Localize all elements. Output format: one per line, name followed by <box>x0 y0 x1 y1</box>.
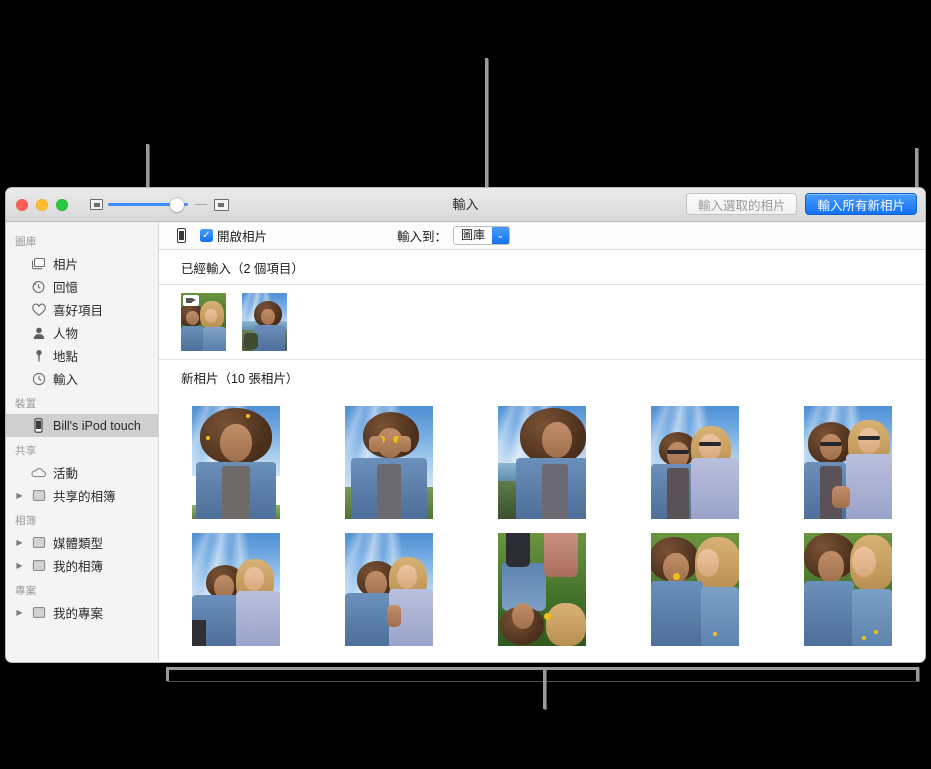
zoom-button[interactable] <box>56 199 68 211</box>
import-selected-button[interactable]: 輸入選取的相片 <box>686 193 798 215</box>
import-to-value: 圖庫 <box>454 227 492 244</box>
thumbnail-two-girls-sunglasses-peace[interactable] <box>804 406 892 519</box>
import-main-panel: ✓ 開啟相片 輸入到： 圖庫 ⌄ 已經輸入（2 個項目） <box>159 222 925 662</box>
sidebar-item-label: 共享的相簿 <box>53 486 116 505</box>
thumbnail-two-girls-sunglasses-hug[interactable] <box>651 406 739 519</box>
photos-icon <box>30 256 47 271</box>
sidebar-item-label: 喜好項目 <box>53 300 103 319</box>
large-thumbnail-icon <box>214 199 229 211</box>
sidebar-item-my-projects[interactable]: ▶ 我的專案 <box>6 601 158 624</box>
thumbnail-girl-at-coast[interactable] <box>242 293 287 351</box>
iphone-icon <box>177 228 186 243</box>
sidebar-section-projects-title: 專案 <box>6 577 158 601</box>
sidebar-item-photos[interactable]: 相片 <box>6 252 158 275</box>
sidebar-section-albums-title: 相簿 <box>6 507 158 531</box>
ipod-icon <box>30 418 47 433</box>
album-icon <box>30 558 47 573</box>
thumbnail-two-girls-upside-down-grass[interactable] <box>498 533 586 646</box>
thumbnail-size-slider[interactable] <box>108 198 188 212</box>
thumbnail-girl-flowers-over-eyes[interactable] <box>345 406 433 519</box>
thumbnail-girl-looking-up[interactable] <box>192 406 280 519</box>
sidebar-item-favorites[interactable]: 喜好項目 <box>6 298 158 321</box>
screenshot-root: 輸入 輸入選取的相片 輸入所有新相片 圖庫 相片 <box>0 0 931 769</box>
open-photos-checkbox[interactable]: ✓ <box>200 229 213 242</box>
minimize-button[interactable] <box>36 199 48 211</box>
import-to-control: 輸入到： 圖庫 ⌄ <box>397 226 510 245</box>
chevron-right-icon[interactable]: ▶ <box>15 608 24 617</box>
window-body: 圖庫 相片 回憶 喜好項目 <box>6 222 925 662</box>
pin-icon <box>30 348 47 363</box>
thumbnail-girl-smiling-by-sea[interactable] <box>498 406 586 519</box>
chevron-right-icon[interactable]: ▶ <box>15 561 24 570</box>
album-icon <box>30 488 47 503</box>
sidebar-item-people[interactable]: 人物 <box>6 321 158 344</box>
sidebar-item-label: 地點 <box>53 346 78 365</box>
new-photos-grid <box>159 394 925 646</box>
sidebar-item-places[interactable]: 地點 <box>6 344 158 367</box>
import-options-bar: ✓ 開啟相片 輸入到： 圖庫 ⌄ <box>159 222 925 250</box>
sidebar-item-memories[interactable]: 回憶 <box>6 275 158 298</box>
import-to-label: 輸入到： <box>397 226 447 245</box>
callout-new-photos-stem <box>543 669 546 709</box>
close-button[interactable] <box>16 199 28 211</box>
sidebar: 圖庫 相片 回憶 喜好項目 <box>6 222 159 662</box>
open-photos-label: 開啟相片 <box>217 226 267 245</box>
memories-icon <box>30 279 47 294</box>
slider-tail <box>195 204 207 205</box>
clock-icon <box>30 371 47 386</box>
sidebar-section-devices-title: 裝置 <box>6 390 158 414</box>
thumbnail-two-girls-lying-on-grass[interactable] <box>181 293 226 351</box>
window-titlebar: 輸入 輸入選取的相片 輸入所有新相片 <box>6 188 925 222</box>
sidebar-item-label: 輸入 <box>53 369 78 388</box>
video-badge-icon <box>183 295 199 306</box>
sidebar-item-label: 媒體類型 <box>53 533 103 552</box>
person-icon <box>30 325 47 340</box>
thumbnail-two-girls-grass-flower[interactable] <box>651 533 739 646</box>
small-thumbnail-icon <box>90 199 103 210</box>
cloud-icon <box>30 465 47 480</box>
slider-knob[interactable] <box>170 198 184 212</box>
toolbar-actions: 輸入選取的相片 輸入所有新相片 <box>686 193 917 215</box>
sidebar-item-bills-ipod-touch[interactable]: Bill's iPod touch <box>6 414 158 437</box>
thumbnail-two-girls-standing-sky[interactable] <box>192 533 280 646</box>
sidebar-item-shared-albums[interactable]: ▶ 共享的相簿 <box>6 484 158 507</box>
sidebar-section-shared-title: 共享 <box>6 437 158 461</box>
sidebar-item-my-albums[interactable]: ▶ 我的相簿 <box>6 554 158 577</box>
import-all-new-button[interactable]: 輸入所有新相片 <box>805 193 917 215</box>
sidebar-item-media-types[interactable]: ▶ 媒體類型 <box>6 531 158 554</box>
already-imported-header: 已經輸入（2 個項目） <box>159 250 925 285</box>
new-photos-header: 新相片（10 張相片） <box>159 360 925 394</box>
sidebar-item-activity[interactable]: 活動 <box>6 461 158 484</box>
sidebar-item-label: 相片 <box>53 254 78 273</box>
sidebar-item-label: Bill's iPod touch <box>53 419 141 433</box>
chevron-right-icon[interactable]: ▶ <box>15 538 24 547</box>
already-imported-strip <box>159 285 925 360</box>
sidebar-item-label: 回憶 <box>53 277 78 296</box>
window-controls <box>16 199 68 211</box>
chevron-down-icon[interactable]: ⌄ <box>492 227 509 244</box>
chevron-right-icon[interactable]: ▶ <box>15 491 24 500</box>
import-to-popup[interactable]: 圖庫 ⌄ <box>453 226 510 245</box>
album-icon <box>30 605 47 620</box>
album-icon <box>30 535 47 550</box>
thumbnail-two-girls-grass-close[interactable] <box>804 533 892 646</box>
sidebar-item-import[interactable]: 輸入 <box>6 367 158 390</box>
heart-icon <box>30 302 47 317</box>
sidebar-section-library-title: 圖庫 <box>6 228 158 252</box>
sidebar-item-label: 人物 <box>53 323 78 342</box>
thumbnail-two-girls-peace-sign[interactable] <box>345 533 433 646</box>
photos-import-window: 輸入 輸入選取的相片 輸入所有新相片 圖庫 相片 <box>6 188 925 662</box>
sidebar-item-label: 我的專案 <box>53 603 103 622</box>
sidebar-item-label: 活動 <box>53 463 78 482</box>
sidebar-item-label: 我的相簿 <box>53 556 103 575</box>
thumbnail-size-slider-group <box>90 198 229 212</box>
